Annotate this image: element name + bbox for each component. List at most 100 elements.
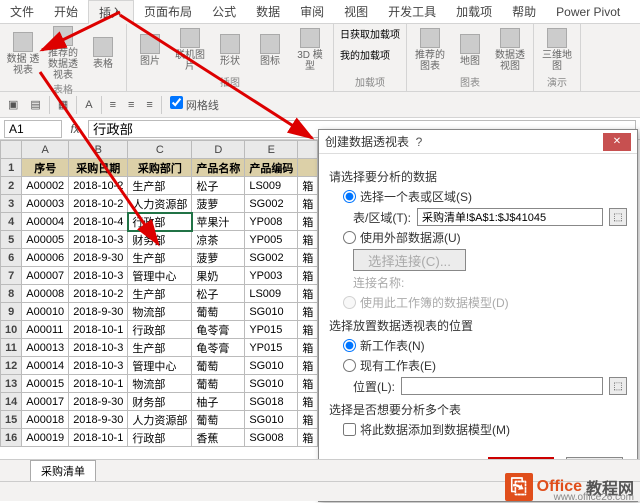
cell[interactable]: 香蕉 xyxy=(192,429,245,447)
cell[interactable]: 箱 xyxy=(298,231,318,249)
ribbon-tab-加载项[interactable]: 加载项 xyxy=(446,0,502,24)
cell[interactable]: 2018-9-30 xyxy=(69,411,128,429)
cell[interactable]: SG010 xyxy=(245,411,298,429)
cell[interactable]: A00006 xyxy=(22,249,69,267)
cell[interactable]: 2018-9-30 xyxy=(69,303,128,321)
recommended-pivot-button[interactable]: 推荐的 数据透视表 xyxy=(46,26,80,81)
ribbon-tab-公式[interactable]: 公式 xyxy=(202,0,246,24)
table-row[interactable]: 5A000052018-10-3财务部凉茶YP005箱 xyxy=(1,231,318,249)
cell[interactable]: A00010 xyxy=(22,303,69,321)
recommended-charts-button[interactable]: 推荐的 图表 xyxy=(413,28,447,72)
cell[interactable]: A00015 xyxy=(22,375,69,393)
row-header[interactable]: 13 xyxy=(1,375,22,393)
sheet-tab[interactable]: 采购清单 xyxy=(30,460,96,481)
cell[interactable]: A00003 xyxy=(22,195,69,213)
row-header[interactable]: 4 xyxy=(1,213,22,231)
table-row[interactable]: 9A000102018-9-30物流部葡萄SG010箱 xyxy=(1,303,318,321)
cell[interactable]: 人力资源部 xyxy=(128,411,192,429)
row-header[interactable]: 7 xyxy=(1,267,22,285)
cell[interactable]: 2018-10-2 xyxy=(69,285,128,303)
header-cell[interactable]: 产品编码 xyxy=(245,159,298,177)
row-header[interactable]: 10 xyxy=(1,321,22,339)
cell[interactable]: LS009 xyxy=(245,285,298,303)
cell[interactable]: 财务部 xyxy=(128,393,192,411)
icons-button[interactable]: 图标 xyxy=(253,34,287,67)
table-row[interactable]: 16A000192018-10-1行政部香蕉SG008箱 xyxy=(1,429,318,447)
row-header[interactable]: 8 xyxy=(1,285,22,303)
table-row[interactable]: 14A000172018-9-30财务部柚子SG018箱 xyxy=(1,393,318,411)
maps-button[interactable]: 地图 xyxy=(453,34,487,67)
dialog-titlebar[interactable]: 创建数据透视表 ? ✕ xyxy=(319,130,637,154)
cell[interactable]: 箱 xyxy=(298,393,318,411)
table-button[interactable]: 表格 xyxy=(86,37,120,70)
radio-select-range[interactable]: 选择一个表或区域(S) xyxy=(343,188,627,205)
table-row[interactable]: 11A000132018-10-3生产部龟苓膏YP015箱 xyxy=(1,339,318,357)
table-row[interactable]: 3A000032018-10-2人力资源部菠萝SG002箱 xyxy=(1,195,318,213)
ribbon-tab-Power Pivot[interactable]: Power Pivot xyxy=(546,0,630,24)
cell[interactable]: YP008 xyxy=(245,213,298,231)
range-picker-icon[interactable]: ⬚ xyxy=(609,377,627,395)
cell[interactable]: 箱 xyxy=(298,429,318,447)
ribbon-tab-文件[interactable]: 文件 xyxy=(0,0,44,24)
online-pictures-button[interactable]: 联机图片 xyxy=(173,28,207,72)
range-picker-icon[interactable]: ⬚ xyxy=(609,208,627,226)
cell[interactable]: 苹果汁 xyxy=(192,213,245,231)
row-header[interactable]: 2 xyxy=(1,177,22,195)
cell[interactable]: A00011 xyxy=(22,321,69,339)
cell[interactable]: 物流部 xyxy=(128,375,192,393)
cell[interactable]: 葡萄 xyxy=(192,375,245,393)
close-icon[interactable]: ✕ xyxy=(603,133,631,151)
3d-map-button[interactable]: 三维地 图 xyxy=(540,28,574,72)
cell[interactable]: SG010 xyxy=(245,303,298,321)
cell[interactable]: 果奶 xyxy=(192,267,245,285)
col-header[interactable]: A xyxy=(22,141,69,159)
header-cell[interactable]: 采购日期 xyxy=(69,159,128,177)
header-cell[interactable]: 产品名称 xyxy=(192,159,245,177)
cell[interactable]: 2018-9-30 xyxy=(69,249,128,267)
radio-existing-sheet[interactable]: 现有工作表(E) xyxy=(343,357,627,374)
cell[interactable]: 菠萝 xyxy=(192,195,245,213)
cell[interactable]: A00005 xyxy=(22,231,69,249)
cell[interactable]: 行政部 xyxy=(128,213,192,231)
help-icon[interactable]: ? xyxy=(409,135,429,149)
cell[interactable]: 松子 xyxy=(192,177,245,195)
cell[interactable]: 箱 xyxy=(298,339,318,357)
cell[interactable]: 物流部 xyxy=(128,303,192,321)
cell[interactable]: 人力资源部 xyxy=(128,195,192,213)
row-header[interactable]: 11 xyxy=(1,339,22,357)
cell[interactable]: 行政部 xyxy=(128,321,192,339)
qb-gridlines[interactable]: 网格线 xyxy=(166,96,223,113)
table-row[interactable]: 2A000022018-10-2生产部松子LS009箱 xyxy=(1,177,318,195)
cell[interactable]: 凉茶 xyxy=(192,231,245,249)
cell[interactable]: 箱 xyxy=(298,285,318,303)
pivottable-button[interactable]: 数据 透视表 xyxy=(6,32,40,76)
qb-icon[interactable]: ▤ xyxy=(26,98,44,111)
radio-new-sheet[interactable]: 新工作表(N) xyxy=(343,337,627,354)
cell[interactable]: SG008 xyxy=(245,429,298,447)
range-input[interactable] xyxy=(417,208,603,226)
cell[interactable]: 生产部 xyxy=(128,339,192,357)
cell[interactable]: 菠萝 xyxy=(192,249,245,267)
qb-font[interactable]: A xyxy=(81,99,96,111)
cell[interactable]: A00014 xyxy=(22,357,69,375)
cell[interactable]: 箱 xyxy=(298,411,318,429)
qb-align[interactable]: ≡ xyxy=(142,99,156,111)
cell[interactable]: YP005 xyxy=(245,231,298,249)
cell[interactable]: LS009 xyxy=(245,177,298,195)
ribbon-tab-视图[interactable]: 视图 xyxy=(334,0,378,24)
table-row[interactable]: 10A000112018-10-1行政部龟苓膏YP015箱 xyxy=(1,321,318,339)
cell[interactable]: A00018 xyxy=(22,411,69,429)
row-header[interactable]: 12 xyxy=(1,357,22,375)
row-header[interactable]: 9 xyxy=(1,303,22,321)
cell[interactable]: SG010 xyxy=(245,357,298,375)
get-addins-button[interactable]: 日获取加载项 xyxy=(340,26,400,41)
header-cell[interactable]: 采购部门 xyxy=(128,159,192,177)
cell[interactable]: 管理中心 xyxy=(128,267,192,285)
cell[interactable]: A00004 xyxy=(22,213,69,231)
ribbon-tab-开始[interactable]: 开始 xyxy=(44,0,88,24)
qb-icon[interactable]: ▦ xyxy=(54,98,72,111)
cell[interactable]: 松子 xyxy=(192,285,245,303)
ribbon-tab-插入[interactable]: 插入 xyxy=(88,0,134,24)
cell[interactable]: 葡萄 xyxy=(192,357,245,375)
table-row[interactable]: 12A000142018-10-3管理中心葡萄SG010箱 xyxy=(1,357,318,375)
